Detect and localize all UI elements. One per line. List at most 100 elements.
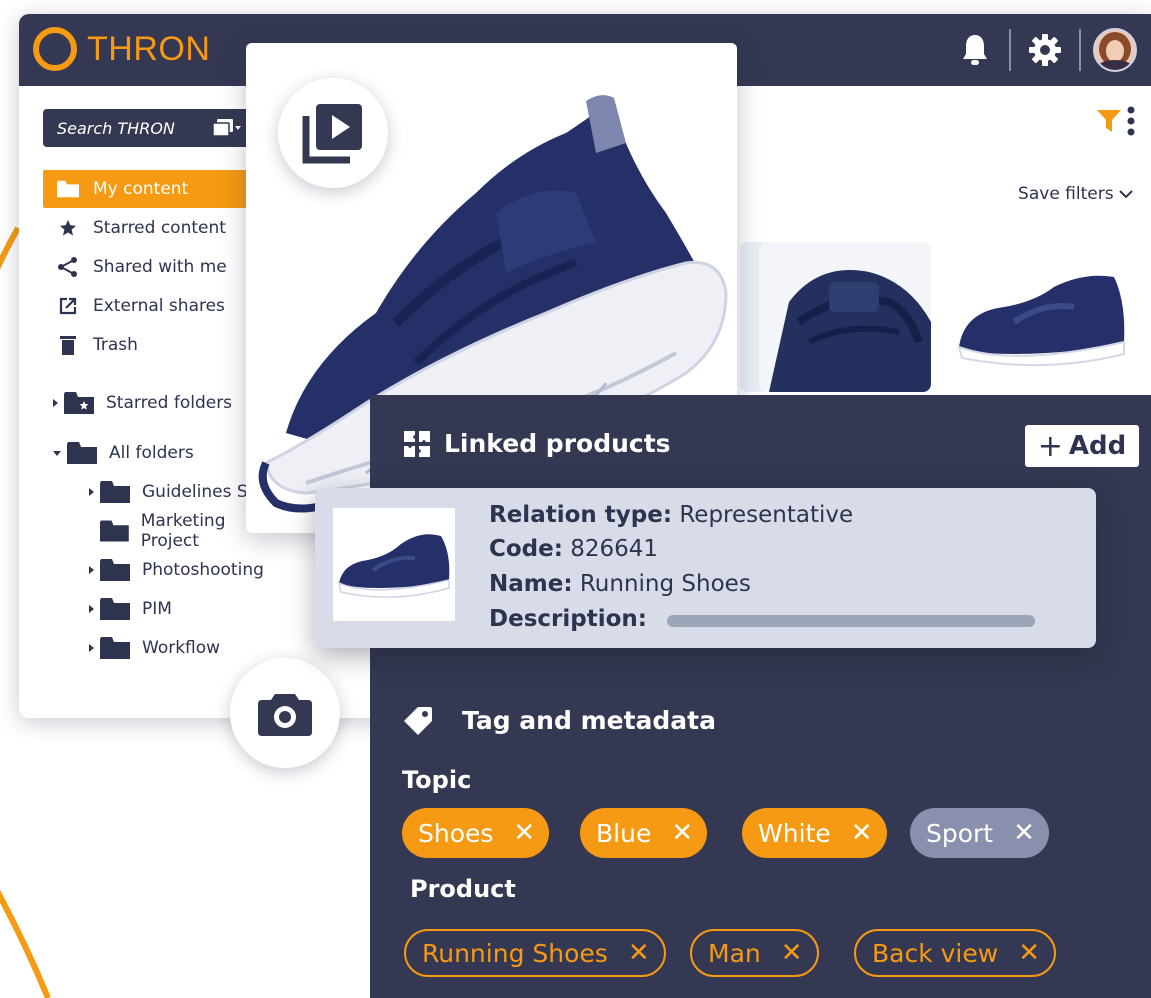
- name-key: Name:: [489, 571, 573, 597]
- content-type-icon[interactable]: [211, 118, 241, 142]
- sidebar-item-label: Trash: [93, 335, 138, 355]
- tag-chip[interactable]: Sport ✕: [910, 808, 1049, 858]
- tag-chip-label: Back view: [872, 938, 999, 968]
- tree-folder[interactable]: Workflow: [89, 633, 220, 663]
- caret-right-icon[interactable]: [89, 566, 94, 574]
- camera-button[interactable]: [230, 658, 340, 768]
- name-value: Running Shoes: [579, 571, 751, 597]
- linked-products-icon: [404, 430, 430, 457]
- caret-right-icon[interactable]: [53, 399, 58, 407]
- logo[interactable]: THRON: [33, 26, 210, 72]
- sidebar-item-shared-with-me[interactable]: Shared with me: [43, 248, 253, 286]
- sidebar-item-label: External shares: [93, 296, 225, 316]
- details-panel: Linked products + Add Tag and metadata T…: [370, 395, 1151, 998]
- sidebar-item-starred-content[interactable]: Starred content: [43, 209, 253, 247]
- tag-chip[interactable]: White ✕: [742, 808, 887, 858]
- tree-starred-folders[interactable]: Starred folders: [53, 388, 232, 418]
- tag-chip-label: Blue: [596, 818, 652, 848]
- tag-chip[interactable]: Running Shoes ✕: [404, 929, 666, 977]
- logo-text: THRON: [87, 29, 211, 68]
- tag-chip[interactable]: Man ✕: [690, 929, 819, 977]
- asset-thumbnail[interactable]: [759, 242, 931, 392]
- share-icon: [57, 257, 79, 277]
- external-link-icon: [57, 297, 79, 315]
- sidebar-item-trash[interactable]: Trash: [43, 326, 253, 364]
- caret-right-icon[interactable]: [89, 488, 94, 496]
- bell-icon[interactable]: [953, 28, 997, 72]
- sidebar-item-label: Shared with me: [93, 257, 227, 277]
- linked-product-card[interactable]: Relation type: Representative Code: 8266…: [315, 488, 1096, 648]
- product-thumbnail: [333, 508, 455, 621]
- folder-icon: [100, 520, 129, 542]
- gear-icon[interactable]: [1023, 28, 1067, 72]
- linked-products-title: Linked products: [444, 429, 671, 458]
- remove-tag-icon[interactable]: ✕: [628, 938, 650, 968]
- relation-type-value: Representative: [679, 502, 854, 528]
- divider: [1079, 29, 1081, 71]
- avatar[interactable]: [1093, 28, 1137, 72]
- add-label: Add: [1068, 431, 1127, 461]
- remove-tag-icon[interactable]: ✕: [781, 938, 803, 968]
- remove-tag-icon[interactable]: ✕: [1013, 818, 1035, 848]
- code-row: Code: 826641: [489, 536, 658, 562]
- asset-thumbnail[interactable]: [954, 242, 1126, 392]
- plus-icon: +: [1037, 428, 1063, 464]
- chevron-down-icon: [1119, 184, 1133, 204]
- sidebar-item-external-shares[interactable]: External shares: [43, 287, 253, 325]
- logo-ring-icon: [33, 27, 77, 71]
- code-key: Code:: [489, 536, 563, 562]
- folder-icon: [57, 180, 79, 198]
- folder-icon: [100, 481, 130, 503]
- caret-right-icon[interactable]: [89, 644, 94, 652]
- relation-type-row: Relation type: Representative: [489, 502, 853, 528]
- caret-right-icon[interactable]: [89, 605, 94, 613]
- topic-label: Topic: [402, 766, 472, 794]
- folder-icon: [100, 559, 130, 581]
- caret-down-icon[interactable]: [53, 450, 61, 456]
- tag-and-metadata-title: Tag and metadata: [462, 705, 716, 735]
- tree-folder[interactable]: Guidelines Sho: [89, 477, 269, 507]
- tree-folder[interactable]: Photoshooting: [89, 555, 264, 585]
- tag-chip[interactable]: Back view ✕: [854, 929, 1057, 977]
- name-row: Name: Running Shoes: [489, 571, 751, 597]
- filter-icon[interactable]: [1097, 110, 1121, 136]
- folder-icon: [67, 442, 97, 464]
- sidebar-item-label: Starred content: [93, 218, 226, 238]
- search-placeholder: Search THRON: [57, 118, 175, 138]
- product-label: Product: [410, 875, 516, 903]
- relation-type-key: Relation type:: [489, 502, 673, 528]
- filter-tools: [1097, 106, 1135, 140]
- tag-chip-label: Man: [708, 938, 761, 968]
- folder-icon: [100, 598, 130, 620]
- more-options-icon[interactable]: [1127, 106, 1135, 140]
- video-icon-button[interactable]: [278, 78, 388, 188]
- save-filters-dropdown[interactable]: Save filters: [1018, 184, 1133, 204]
- tag-chip[interactable]: Blue ✕: [580, 808, 708, 858]
- remove-tag-icon[interactable]: ✕: [671, 818, 693, 848]
- description-placeholder-bar: [667, 615, 1035, 627]
- add-product-button[interactable]: + Add: [1025, 425, 1139, 467]
- tree-label: Workflow: [142, 638, 221, 658]
- tree-label: Starred folders: [106, 393, 233, 413]
- sidebar-item-my-content[interactable]: My content: [43, 170, 253, 208]
- tree-folder[interactable]: PIM: [89, 594, 172, 624]
- remove-tag-icon[interactable]: ✕: [513, 818, 535, 848]
- description-row: Description:: [489, 606, 647, 632]
- description-key: Description:: [489, 606, 647, 632]
- top-bar-actions: [953, 28, 1137, 72]
- remove-tag-icon[interactable]: ✕: [1018, 938, 1040, 968]
- search-input[interactable]: Search THRON: [43, 109, 253, 147]
- tag-chip-label: Sport: [926, 818, 994, 848]
- tag-chip-label: Shoes: [418, 818, 494, 848]
- linked-products-heading: Linked products: [404, 429, 671, 458]
- star-icon: [57, 219, 79, 237]
- sidebar-item-label: My content: [93, 179, 189, 199]
- starred-folder-icon: [64, 392, 94, 414]
- tag-and-metadata-heading: Tag and metadata: [404, 705, 716, 735]
- code-value: 826641: [570, 536, 659, 562]
- tree-all-folders[interactable]: All folders: [53, 438, 194, 468]
- tag-chip[interactable]: Shoes ✕: [402, 808, 550, 858]
- remove-tag-icon[interactable]: ✕: [851, 818, 873, 848]
- save-filters-label: Save filters: [1018, 184, 1114, 204]
- trash-icon: [57, 335, 79, 355]
